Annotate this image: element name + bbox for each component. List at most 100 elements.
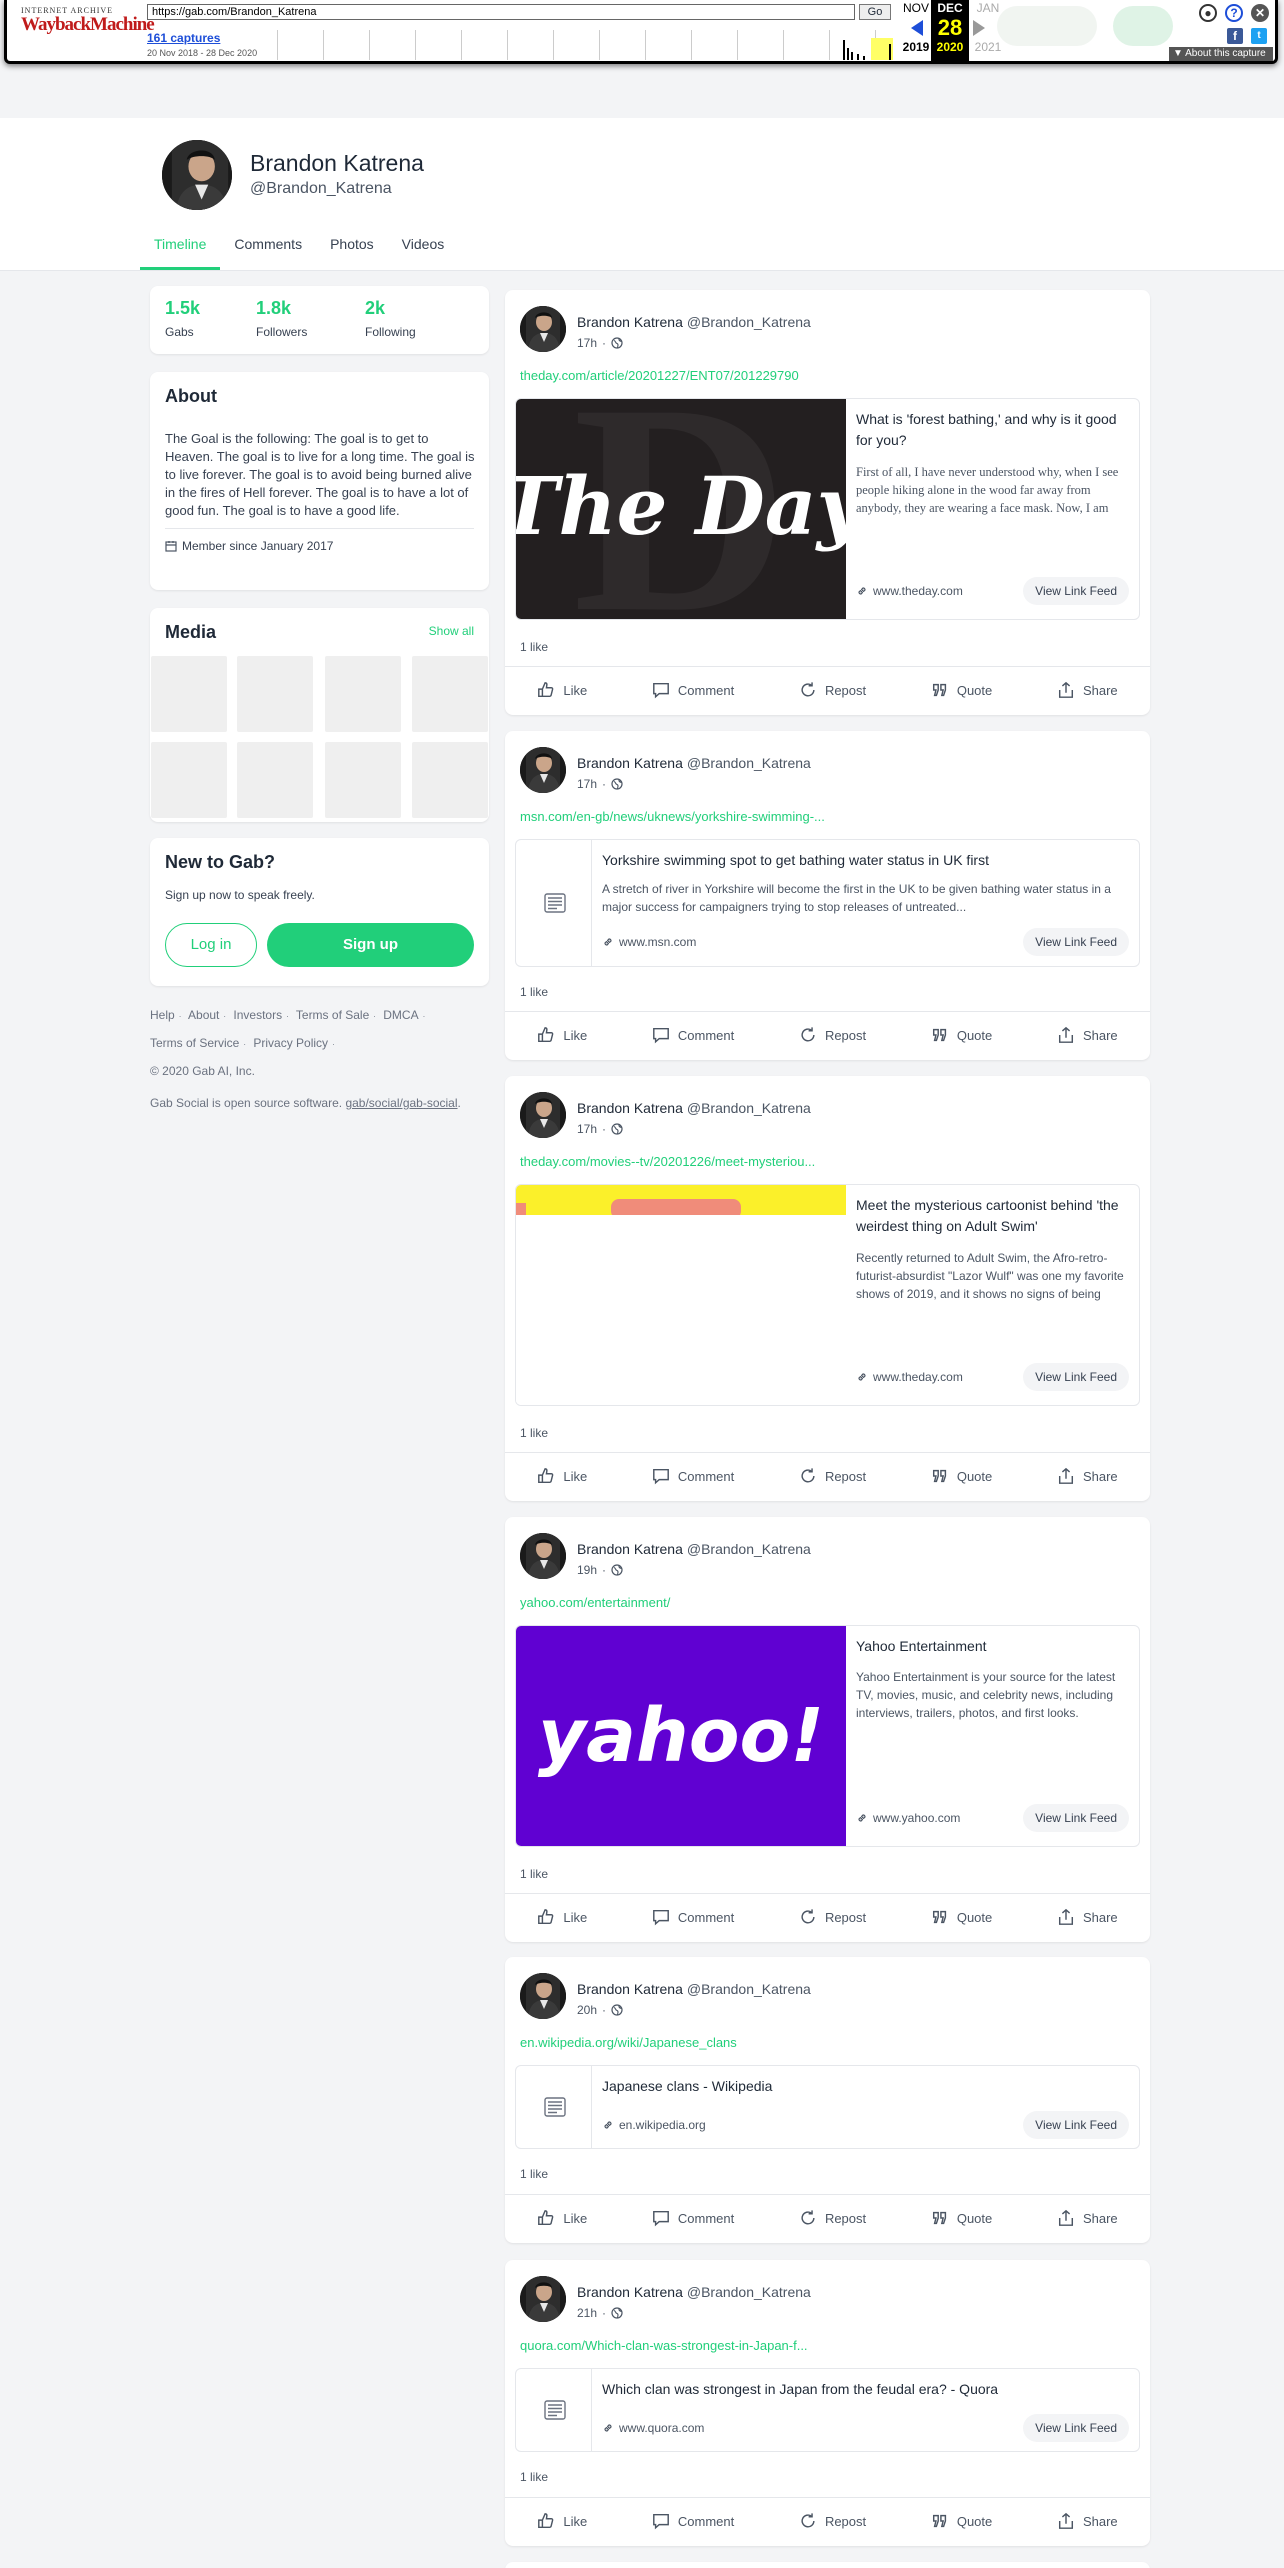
twitter-icon[interactable]: t — [1251, 28, 1267, 44]
link-preview-card[interactable]: D The Day What is 'forest bathing,' and … — [515, 398, 1140, 620]
link-preview-card[interactable]: yahoo! Yahoo Entertainment Yahoo Enterta… — [515, 1625, 1140, 1847]
wayback-next-month[interactable]: JAN 2021 — [969, 0, 1007, 54]
profile-avatar[interactable] — [159, 137, 235, 213]
like-button[interactable]: Like — [537, 2209, 587, 2227]
post-author[interactable]: Brandon Katrena @Brandon_Katrena — [577, 1100, 811, 1116]
share-button[interactable]: Share — [1057, 681, 1118, 699]
post-like-count[interactable]: 1 like — [520, 2470, 548, 2484]
post-avatar[interactable] — [520, 747, 566, 793]
media-thumbnail[interactable] — [237, 656, 313, 732]
repost-button[interactable]: Repost — [799, 1467, 866, 1485]
signup-button[interactable]: Sign up — [267, 923, 474, 967]
post-time[interactable]: 21h — [577, 2306, 597, 2320]
quote-button[interactable]: Quote — [931, 1467, 992, 1485]
media-thumbnail[interactable] — [412, 656, 488, 732]
stat-following[interactable]: 2k Following — [365, 298, 416, 339]
repost-button[interactable]: Repost — [799, 2209, 866, 2227]
comment-button[interactable]: Comment — [652, 2209, 734, 2227]
quote-button[interactable]: Quote — [931, 2209, 992, 2227]
post-author[interactable]: Brandon Katrena @Brandon_Katrena — [577, 314, 811, 330]
facebook-icon[interactable]: f — [1227, 28, 1243, 44]
tab-timeline[interactable]: Timeline — [140, 222, 221, 270]
post-like-count[interactable]: 1 like — [520, 640, 548, 654]
repost-button[interactable]: Repost — [799, 1908, 866, 1926]
view-link-feed-button[interactable]: View Link Feed — [1023, 2414, 1129, 2442]
tab-videos[interactable]: Videos — [388, 222, 459, 270]
close-icon[interactable]: ✕ — [1251, 4, 1269, 22]
wayback-prev-arrow-icon[interactable] — [911, 20, 923, 36]
login-button[interactable]: Log in — [165, 923, 257, 967]
post-time[interactable]: 19h — [577, 1563, 597, 1577]
footer-link-dmca[interactable]: DMCA — [383, 1008, 418, 1022]
link-preview-card[interactable]: Meet the mysterious cartoonist behind 't… — [515, 1184, 1140, 1406]
media-thumbnail[interactable] — [325, 656, 401, 732]
post-avatar[interactable] — [520, 1092, 566, 1138]
footer-link-help[interactable]: Help — [150, 1008, 175, 1022]
post-link[interactable]: en.wikipedia.org/wiki/Japanese_clans — [520, 2035, 737, 2050]
post-avatar[interactable] — [520, 306, 566, 352]
wayback-about-capture[interactable]: ▼ About this capture — [1169, 47, 1273, 61]
post-link[interactable]: yahoo.com/entertainment/ — [520, 1595, 670, 1610]
view-link-feed-button[interactable]: View Link Feed — [1023, 2111, 1129, 2139]
tab-comments[interactable]: Comments — [220, 222, 316, 270]
post-time[interactable]: 17h — [577, 1122, 597, 1136]
post-author[interactable]: Brandon Katrena @Brandon_Katrena — [577, 2284, 811, 2300]
like-button[interactable]: Like — [537, 681, 587, 699]
link-preview-card[interactable]: Japanese clans - Wikipedia en.wikipedia.… — [515, 2065, 1140, 2149]
wayback-url-input[interactable]: https://gab.com/Brandon_Katrena — [147, 4, 855, 20]
footer-link-about[interactable]: About — [188, 1008, 219, 1022]
repost-button[interactable]: Repost — [799, 1026, 866, 1044]
post-link[interactable]: quora.com/Which-clan-was-strongest-in-Ja… — [520, 2338, 808, 2353]
like-button[interactable]: Like — [537, 1908, 587, 1926]
post-time[interactable]: 17h — [577, 777, 597, 791]
share-button[interactable]: Share — [1057, 1467, 1118, 1485]
quote-button[interactable]: Quote — [931, 2512, 992, 2530]
post-link[interactable]: theday.com/movies--tv/20201226/meet-myst… — [520, 1154, 815, 1169]
like-button[interactable]: Like — [537, 1026, 587, 1044]
post-author[interactable]: Brandon Katrena @Brandon_Katrena — [577, 755, 811, 771]
post-link[interactable]: theday.com/article/20201227/ENT07/201229… — [520, 368, 799, 383]
post-avatar[interactable] — [520, 1533, 566, 1579]
quote-button[interactable]: Quote — [931, 1908, 992, 1926]
account-icon[interactable]: ● — [1199, 4, 1217, 22]
post-like-count[interactable]: 1 like — [520, 1426, 548, 1440]
comment-button[interactable]: Comment — [652, 681, 734, 699]
footer-link-terms-of-sale[interactable]: Terms of Sale — [296, 1008, 369, 1022]
tab-photos[interactable]: Photos — [316, 222, 388, 270]
stat-gabs[interactable]: 1.5k Gabs — [165, 298, 200, 339]
post-time[interactable]: 20h — [577, 2003, 597, 2017]
post-time[interactable]: 17h — [577, 336, 597, 350]
media-thumbnail[interactable] — [151, 656, 227, 732]
media-thumbnail[interactable] — [151, 742, 227, 818]
wayback-logo[interactable]: INTERNET ARCHIVE WaybackMachine — [21, 6, 155, 35]
post-like-count[interactable]: 1 like — [520, 985, 548, 999]
post-author[interactable]: Brandon Katrena @Brandon_Katrena — [577, 1541, 811, 1557]
link-preview-card[interactable]: Yorkshire swimming spot to get bathing w… — [515, 839, 1140, 967]
share-button[interactable]: Share — [1057, 2209, 1118, 2227]
share-button[interactable]: Share — [1057, 2512, 1118, 2530]
view-link-feed-button[interactable]: View Link Feed — [1023, 928, 1129, 956]
share-button[interactable]: Share — [1057, 1026, 1118, 1044]
post-author[interactable]: Brandon Katrena @Brandon_Katrena — [577, 1981, 811, 1997]
like-button[interactable]: Like — [537, 2512, 587, 2530]
like-button[interactable]: Like — [537, 1467, 587, 1485]
footer-link-privacy-policy[interactable]: Privacy Policy — [253, 1036, 328, 1050]
media-thumbnail[interactable] — [412, 742, 488, 818]
footer-link-investors[interactable]: Investors — [233, 1008, 282, 1022]
post-like-count[interactable]: 1 like — [520, 2167, 548, 2181]
view-link-feed-button[interactable]: View Link Feed — [1023, 1804, 1129, 1832]
wayback-captures-link[interactable]: 161 captures — [147, 31, 220, 45]
stat-followers[interactable]: 1.8k Followers — [256, 298, 307, 339]
media-thumbnail[interactable] — [237, 742, 313, 818]
help-icon[interactable]: ? — [1225, 4, 1243, 22]
share-button[interactable]: Share — [1057, 1908, 1118, 1926]
comment-button[interactable]: Comment — [652, 1908, 734, 1926]
quote-button[interactable]: Quote — [931, 1026, 992, 1044]
footer-oss-link[interactable]: gab/social/gab-social — [345, 1096, 457, 1110]
post-link[interactable]: msn.com/en-gb/news/uknews/yorkshire-swim… — [520, 809, 825, 824]
repost-button[interactable]: Repost — [799, 681, 866, 699]
wayback-go-button[interactable]: Go — [859, 4, 891, 20]
comment-button[interactable]: Comment — [652, 1467, 734, 1485]
media-thumbnail[interactable] — [325, 742, 401, 818]
view-link-feed-button[interactable]: View Link Feed — [1023, 577, 1129, 605]
